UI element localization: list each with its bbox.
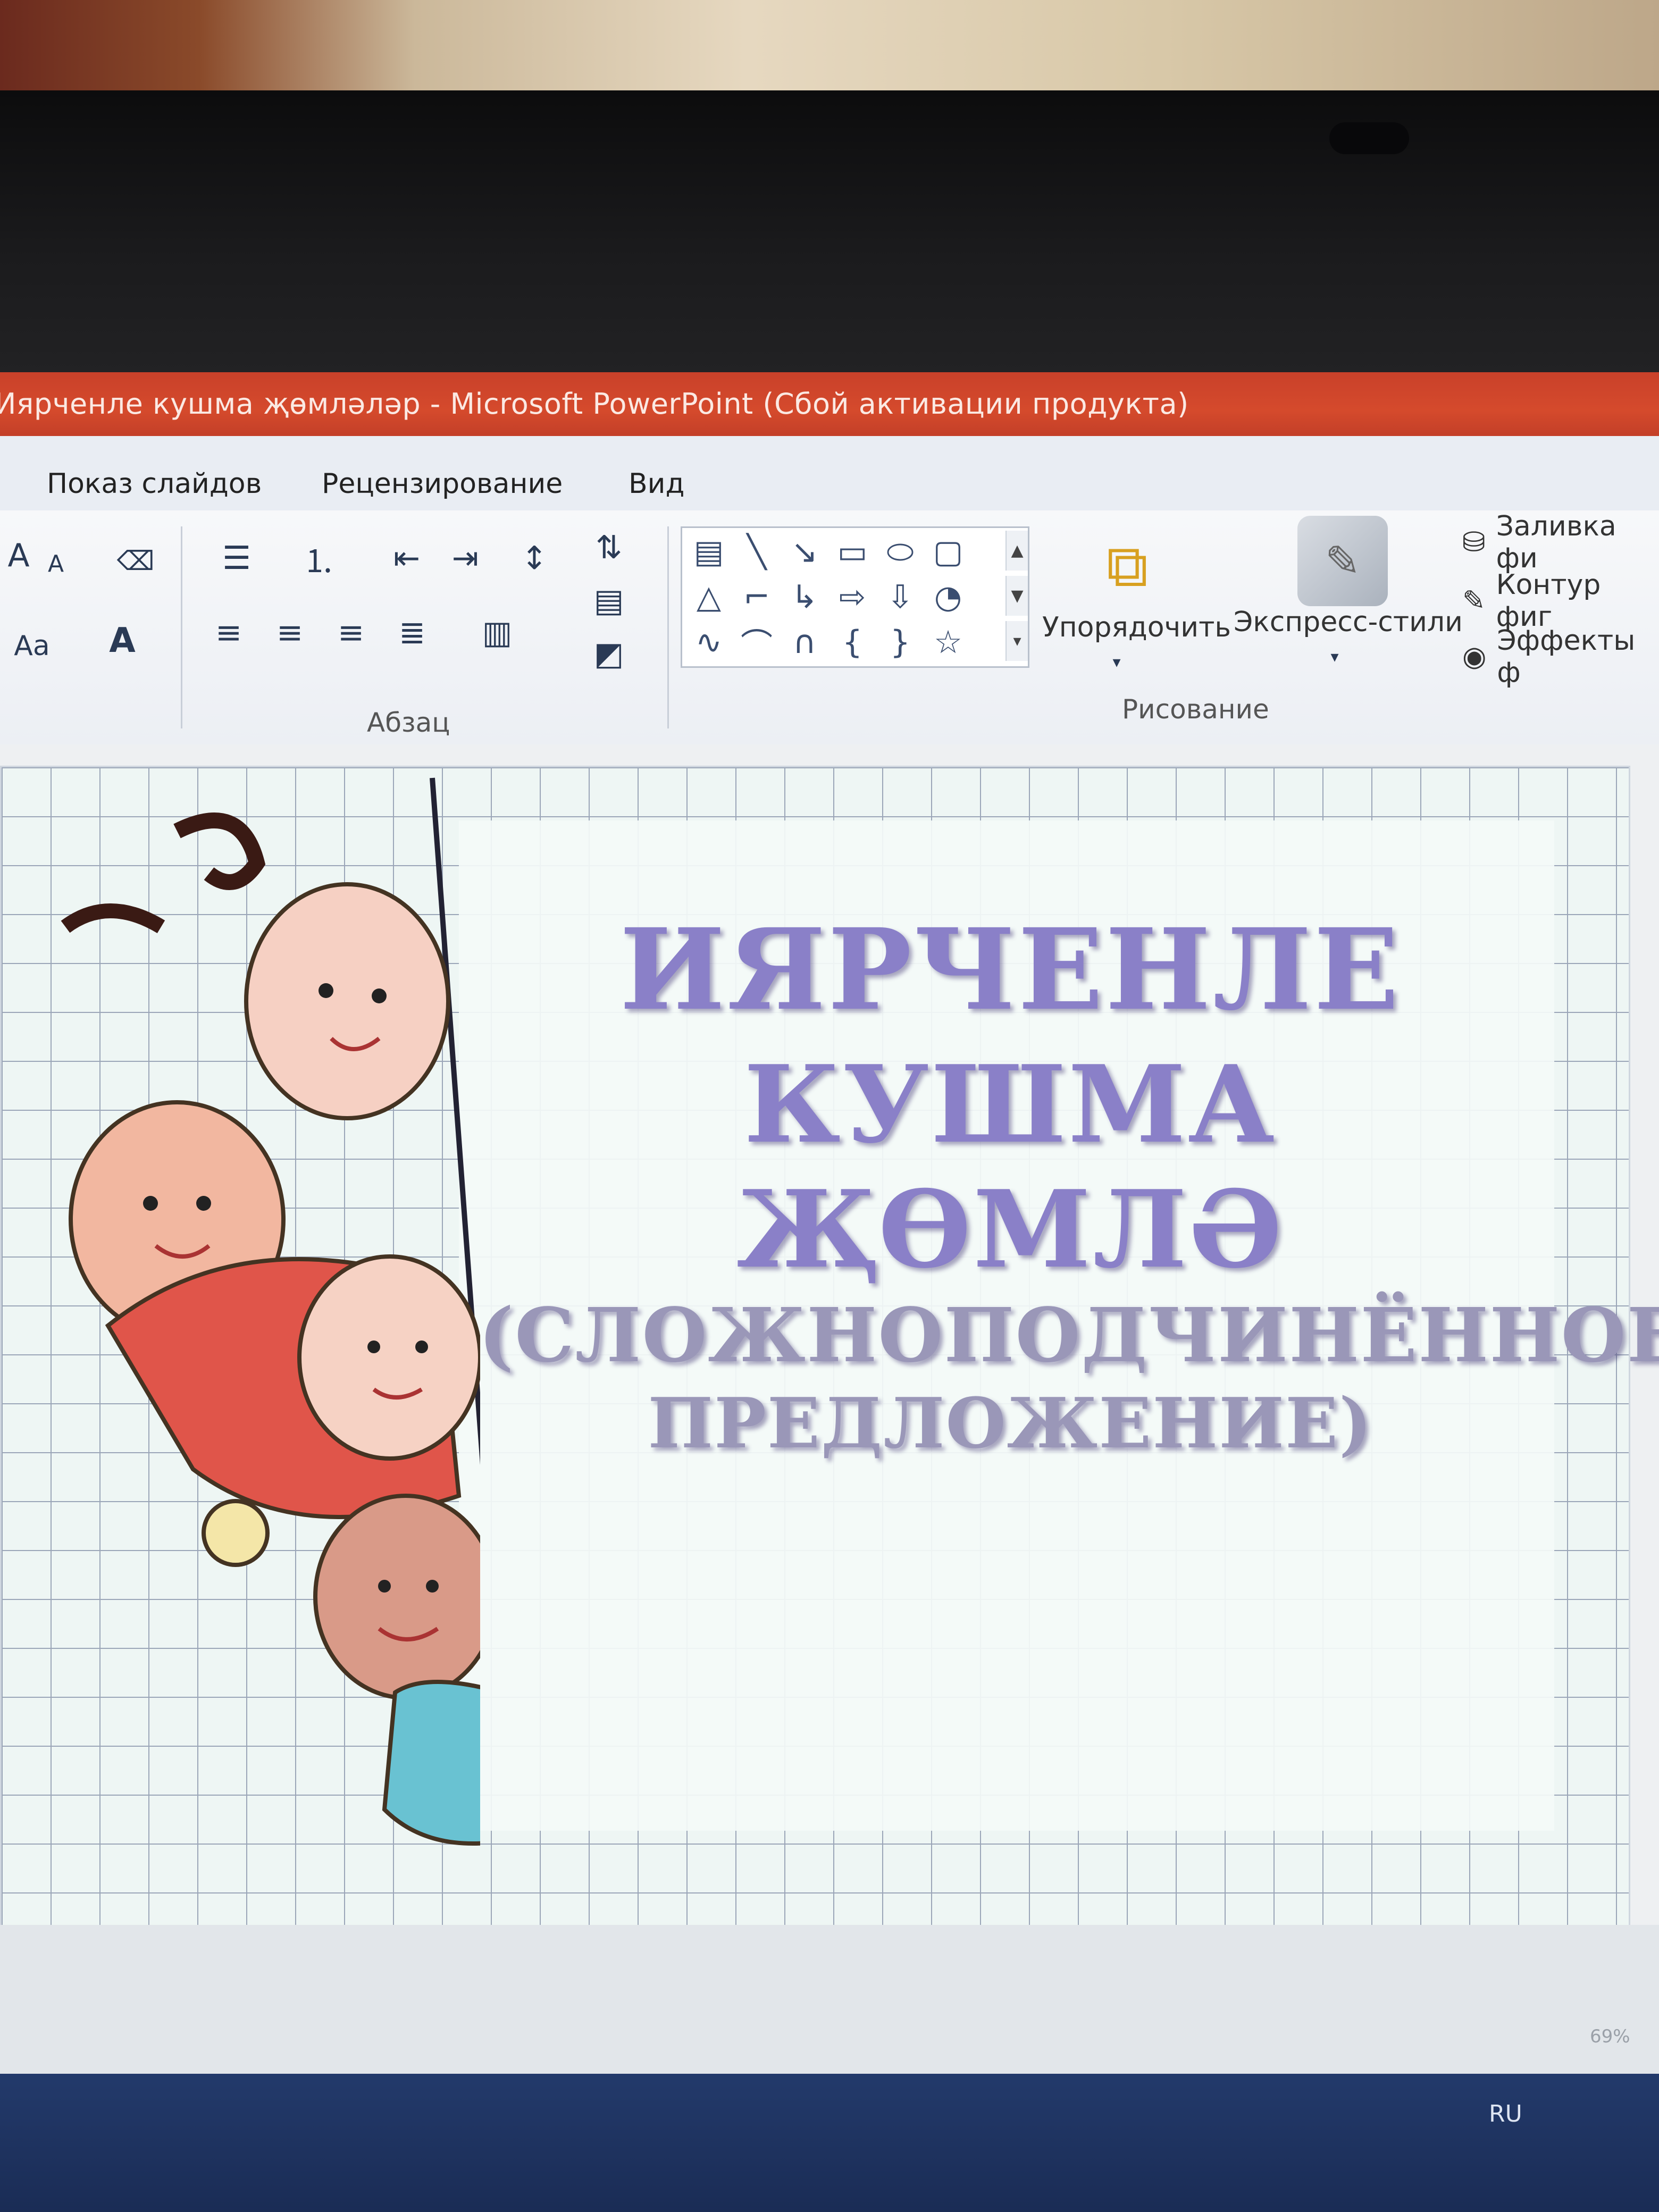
oval-icon[interactable]: ⬭ (879, 533, 921, 571)
shapes-gallery[interactable]: ▤ ╲ ↘ ▭ ⬭ ▢ △ ⌐ ↳ ⇨ ⇩ ◔ ∿ ⌒ ∩ { } ☆ ▲ ▼ … (681, 526, 1029, 668)
change-case-button[interactable]: Aa (0, 617, 64, 675)
right-arrow-icon[interactable]: ⇨ (831, 579, 874, 616)
tab-view[interactable]: Вид (629, 468, 684, 500)
pencil-icon: ✎ (1462, 585, 1486, 617)
align-text-icon[interactable]: ▤ (580, 574, 638, 627)
slide-subtitle-line2[interactable]: ПРЕДЛОЖЕНИЕ) (479, 1382, 1542, 1464)
left-brace-icon[interactable]: { (831, 624, 874, 661)
title-bar: Иярченле кушма җөмләләр - Microsoft Powe… (0, 372, 1659, 436)
decrease-indent-icon[interactable]: ⇤ (378, 532, 436, 585)
down-arrow-icon[interactable]: ⇩ (879, 579, 921, 616)
line-icon[interactable]: ╲ (735, 533, 778, 571)
align-center-icon[interactable]: ≡ (261, 606, 319, 659)
elbow-arrow-icon[interactable]: ↳ (783, 579, 826, 616)
chevron-down-icon[interactable]: ▾ (1095, 649, 1138, 675)
tab-review[interactable]: Рецензирование (322, 468, 563, 500)
language-indicator[interactable]: RU (1489, 2100, 1522, 2127)
smartart-icon[interactable]: ◩ (580, 627, 638, 681)
quick-styles-icon[interactable]: ✎ (1297, 516, 1388, 606)
shape-outline-button[interactable]: ✎ Контур фиг (1462, 569, 1659, 633)
gallery-more-icon[interactable]: ▾ (1006, 621, 1028, 661)
arc-icon[interactable]: ⌒ (735, 624, 778, 664)
zoom-level[interactable]: 69% (1590, 2026, 1630, 2047)
ribbon-tabs: Показ слайдов Рецензирование Вид (0, 436, 1659, 511)
shape-effects-button[interactable]: ◉ Эффекты ф (1462, 625, 1659, 689)
gallery-up-icon[interactable]: ▲ (1006, 531, 1028, 571)
status-bar (0, 1925, 1659, 2095)
gallery-down-icon[interactable]: ▼ (1006, 576, 1028, 616)
justify-icon[interactable]: ≣ (383, 606, 441, 659)
ribbon: A A ⌫ Aa A ☰ ⒈ ⇤ ⇥ ↕ ⇅ ≡ ≡ ≡ ≣ ▥ ▤ ◩ Абз… (0, 510, 1659, 747)
align-right-icon[interactable]: ≡ (322, 606, 380, 659)
triangle-icon[interactable]: △ (688, 579, 730, 616)
bullets-icon[interactable]: ☰ (199, 532, 274, 585)
textbox-icon[interactable]: ▤ (688, 533, 730, 571)
increase-indent-icon[interactable]: ⇥ (436, 532, 495, 585)
rectangle-icon[interactable]: ▭ (831, 533, 874, 571)
text-direction-icon[interactable]: ⇅ (580, 521, 638, 574)
paint-bucket-icon: ⛁ (1462, 526, 1486, 558)
effects-icon: ◉ (1462, 641, 1487, 673)
flowchart-icon[interactable]: ◔ (927, 579, 969, 616)
group-divider (667, 526, 669, 728)
shape-outline-label: Контур фиг (1496, 569, 1601, 633)
monitor-bezel (0, 90, 1659, 393)
elbow-connector-icon[interactable]: ⌐ (735, 579, 778, 616)
grow-font-button[interactable]: A (0, 532, 37, 580)
numbering-icon[interactable]: ⒈ (282, 532, 356, 585)
shape-fill-label: Заливка фи (1496, 510, 1616, 574)
drawing-group-label: Рисование (1122, 694, 1269, 725)
right-brace-icon[interactable]: } (879, 624, 921, 661)
shape-fill-button[interactable]: ⛁ Заливка фи (1462, 510, 1659, 574)
star-icon[interactable]: ☆ (927, 624, 969, 661)
curve-icon[interactable]: ∩ (783, 624, 826, 661)
shape-effects-label: Эффекты ф (1497, 625, 1636, 689)
tab-slideshow[interactable]: Показ слайдов (47, 468, 262, 500)
slide-title-line2[interactable]: КУШМА ҖӨМЛӘ (479, 1042, 1542, 1292)
webcam-icon (1329, 122, 1409, 154)
quick-styles-button[interactable]: Экспресс-стили (1234, 606, 1463, 638)
slide-title-line1[interactable]: ИЯРЧЕНЛЕ (479, 904, 1542, 1035)
slide-subtitle-line1[interactable]: (СЛОЖНОПОДЧИНЁННОЕ (479, 1292, 1659, 1379)
freeform-icon[interactable]: ∿ (688, 624, 730, 661)
align-left-icon[interactable]: ≡ (199, 606, 258, 659)
arrow-line-icon[interactable]: ↘ (783, 533, 826, 571)
shrink-font-button[interactable]: A (37, 540, 74, 588)
arrange-icon[interactable]: ⧉ (1085, 521, 1170, 611)
font-color-button[interactable]: A (93, 611, 152, 670)
taskbar (0, 2074, 1659, 2212)
window-title: Иярченле кушма җөмләләр - Microsoft Powe… (0, 387, 1189, 421)
line-spacing-icon[interactable]: ↕ (500, 532, 569, 585)
cartoon-children-illustration (61, 777, 480, 1846)
columns-icon[interactable]: ▥ (463, 606, 532, 659)
chevron-down-icon[interactable]: ▾ (1313, 643, 1356, 670)
clear-formatting-icon[interactable]: ⌫ (106, 532, 165, 590)
arrange-button[interactable]: Упорядочить (1042, 611, 1231, 643)
paragraph-group-label: Абзац (367, 707, 450, 738)
group-divider (181, 526, 182, 728)
rounded-rectangle-icon[interactable]: ▢ (927, 533, 969, 571)
